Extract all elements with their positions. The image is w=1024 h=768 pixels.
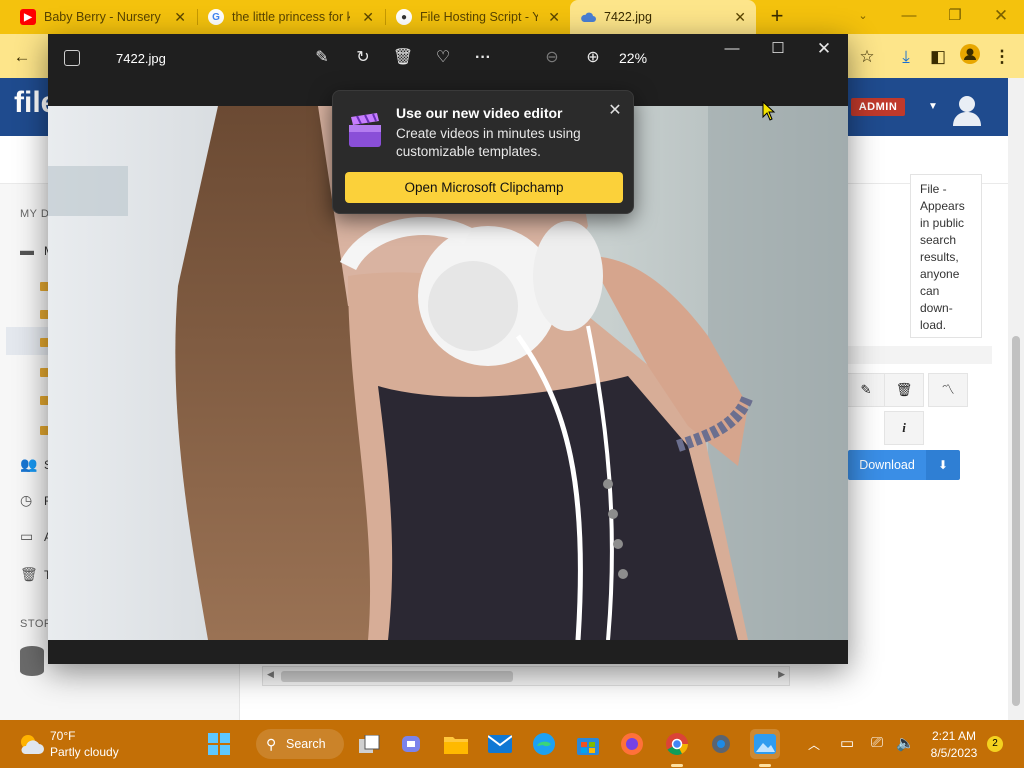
photos-filmstrip-bar (48, 640, 848, 664)
archive-icon: ▭ (20, 528, 34, 544)
edit-image-icon[interactable]: ✎ (309, 46, 335, 70)
microsoft-store-icon[interactable] (573, 729, 603, 759)
search-label: Search (286, 737, 326, 751)
more-options-icon[interactable]: ··· (470, 46, 496, 70)
chevron-down-icon[interactable]: ▼ (928, 101, 938, 112)
windows-taskbar: 70°F Partly cloudy ⚲ Search ︿ ▭ ⎚ 🔈 2:21… (0, 720, 1024, 768)
file-visibility-description: File - Appears in public search results,… (910, 174, 982, 338)
new-tab-button[interactable]: + (765, 4, 789, 28)
trash-icon: 🗑 (20, 566, 38, 582)
close-icon[interactable]: ✕ (605, 101, 625, 121)
tab-search-icon[interactable]: ⌄ (848, 4, 878, 28)
weather-description[interactable]: Partly cloudy (50, 745, 119, 759)
start-windows-icon[interactable] (204, 729, 234, 759)
users-icon: 👥 (20, 456, 38, 472)
download-icon[interactable]: ⤓ (893, 44, 919, 70)
volume-icon[interactable]: 🔈 (896, 734, 915, 752)
tab-little-princess[interactable]: G the little princess for kids ✕ (198, 0, 384, 34)
restore-icon[interactable]: ❐ (940, 4, 970, 28)
teams-chat-icon[interactable] (398, 729, 428, 759)
firefox-icon[interactable] (617, 729, 647, 759)
tab-file-hosting-script[interactable]: ● File Hosting Script - Yetishare ✕ (386, 0, 570, 34)
notification-badge[interactable]: 2 (987, 736, 1003, 752)
task-view-icon[interactable] (355, 729, 385, 759)
info-icon[interactable]: i (884, 411, 924, 445)
tab-7422-jpg[interactable]: 7422.jpg ✕ (570, 0, 756, 34)
clock-time[interactable]: 2:21 AM (929, 729, 979, 743)
clipchamp-promo-popup: Use our new video editor Create videos i… (332, 90, 634, 214)
minimize-icon[interactable]: — (715, 38, 749, 60)
zoom-out-icon[interactable]: ⊖ (539, 46, 565, 70)
google-icon: G (208, 9, 224, 25)
close-tab-icon[interactable]: ✕ (548, 9, 560, 26)
storage-icon (20, 646, 44, 676)
profile-icon[interactable] (957, 44, 983, 70)
tab-title: 7422.jpg (604, 10, 652, 24)
folder-icon: ▬ (20, 242, 34, 258)
recent-icon: ◷ (20, 492, 33, 508)
photos-app-icon[interactable] (750, 729, 780, 759)
admin-badge[interactable]: ADMIN (851, 98, 905, 116)
tab-title: Baby Berry - Nursery Rhymes (44, 10, 162, 24)
delete-trash-icon[interactable]: 🗑 (884, 373, 924, 407)
open-clipchamp-button[interactable]: Open Microsoft Clipchamp (345, 172, 623, 203)
chrome-icon[interactable] (662, 729, 692, 759)
maximize-icon[interactable]: ☐ (761, 38, 795, 60)
close-tab-icon[interactable]: ✕ (174, 9, 186, 26)
close-tab-icon[interactable]: ✕ (362, 9, 374, 26)
mouse-cursor-icon (762, 100, 776, 124)
delete-icon[interactable]: 🗑 (390, 46, 416, 70)
active-app-indicator (759, 764, 771, 767)
clipchamp-icon (347, 113, 383, 149)
favorite-heart-icon[interactable]: ♡ (430, 46, 456, 70)
photos-app-icon (64, 50, 80, 66)
page-scrollbar[interactable] (1008, 78, 1024, 720)
tab-title: File Hosting Script - Yetishare (420, 10, 538, 24)
cloud-icon (580, 9, 596, 25)
close-window-icon[interactable]: ✕ (986, 4, 1016, 28)
user-avatar[interactable] (950, 92, 984, 126)
clock-date[interactable]: 8/5/2023 (926, 746, 982, 760)
battery-icon[interactable]: ▭ (840, 734, 854, 752)
mail-icon[interactable] (485, 729, 515, 759)
stats-chart-icon[interactable]: 〽 (928, 373, 968, 407)
network-icon[interactable]: ⎚ (871, 734, 883, 751)
browser-tab-strip: ▶ Baby Berry - Nursery Rhymes ✕ G the li… (0, 0, 1024, 34)
youtube-icon: ▶ (20, 9, 36, 25)
minimize-icon[interactable]: — (894, 4, 924, 28)
partly-cloudy-icon[interactable] (18, 732, 44, 756)
bookmark-star-icon[interactable]: ☆ (854, 44, 880, 70)
popup-title: Use our new video editor (396, 105, 563, 121)
horizontal-scrollbar[interactable]: ◀ ▶ (262, 666, 790, 686)
taskbar-search[interactable]: ⚲ Search (256, 729, 344, 759)
tab-title: the little princess for kids (232, 10, 350, 24)
weather-temperature[interactable]: 70°F (50, 729, 75, 743)
download-arrow-icon[interactable]: ⬇ (926, 450, 960, 480)
file-explorer-icon[interactable] (441, 729, 471, 759)
panel-divider (848, 346, 992, 364)
popup-body: Create videos in minutes using customiza… (396, 126, 581, 159)
back-arrow-icon[interactable]: ← (9, 44, 35, 70)
side-panel-icon[interactable]: ◧ (925, 44, 951, 70)
zoom-level[interactable]: 22% (619, 50, 647, 66)
download-button[interactable]: Download (848, 450, 926, 480)
edge-browser-icon[interactable] (529, 729, 559, 759)
settings-gear-icon[interactable] (706, 729, 736, 759)
my-drive-label: MY D (20, 208, 50, 220)
close-icon[interactable]: ✕ (807, 38, 841, 60)
tab-baby-berry[interactable]: ▶ Baby Berry - Nursery Rhymes ✕ (10, 0, 196, 34)
active-app-indicator (671, 764, 683, 767)
rotate-icon[interactable]: ↻ (350, 46, 376, 70)
edit-pencil-icon[interactable]: ✎ (846, 373, 886, 407)
search-icon: ⚲ (266, 736, 277, 752)
menu-kebab-icon[interactable]: ⋮ (989, 44, 1015, 70)
photo-filename: 7422.jpg (116, 51, 166, 66)
show-hidden-icons[interactable]: ︿ (808, 736, 820, 753)
close-tab-icon[interactable]: ✕ (734, 9, 746, 26)
yeti-icon: ● (396, 9, 412, 25)
zoom-in-icon[interactable]: ⊕ (580, 46, 606, 70)
